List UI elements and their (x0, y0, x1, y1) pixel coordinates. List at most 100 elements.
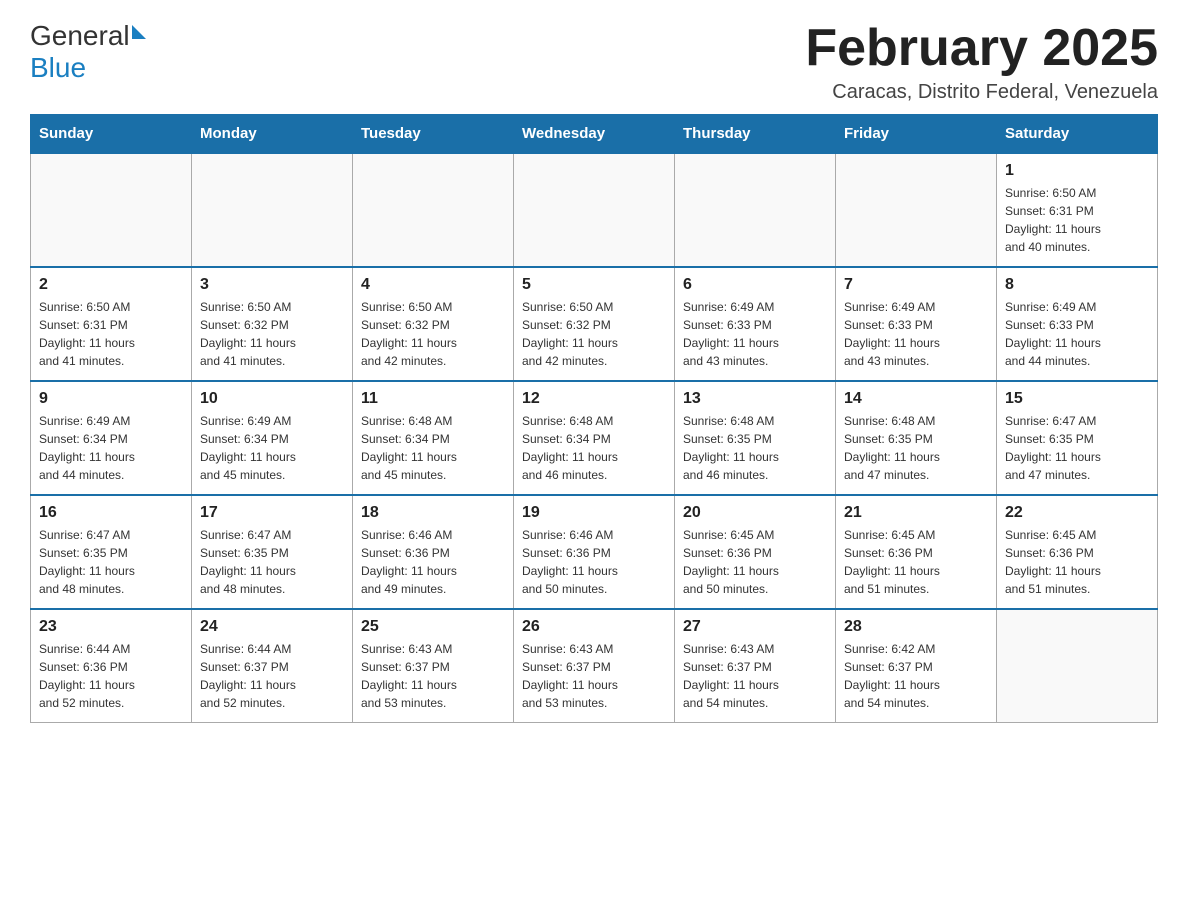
calendar-cell: 18 Sunrise: 6:46 AM Sunset: 6:36 PM Dayli… (353, 495, 514, 609)
day-info: Sunrise: 6:45 AM Sunset: 6:36 PM Dayligh… (844, 526, 988, 598)
calendar-cell: 17 Sunrise: 6:47 AM Sunset: 6:35 PM Dayli… (192, 495, 353, 609)
calendar-cell: 2 Sunrise: 6:50 AM Sunset: 6:31 PM Daylig… (31, 267, 192, 381)
day-info: Sunrise: 6:50 AM Sunset: 6:32 PM Dayligh… (200, 298, 344, 370)
calendar-cell: 8 Sunrise: 6:49 AM Sunset: 6:33 PM Daylig… (997, 267, 1158, 381)
calendar-cell: 16Sunrise: 6:47 AM Sunset: 6:35 PM Dayli… (31, 495, 192, 609)
day-number: 12 (522, 390, 666, 408)
calendar-cell: 25Sunrise: 6:43 AM Sunset: 6:37 PM Dayli… (353, 609, 514, 723)
calendar-cell (31, 153, 192, 267)
day-info: Sunrise: 6:42 AM Sunset: 6:37 PM Dayligh… (844, 640, 988, 712)
calendar-cell: 26 Sunrise: 6:43 AM Sunset: 6:37 PM Dayli… (514, 609, 675, 723)
calendar-cell: 11 Sunrise: 6:48 AM Sunset: 6:34 PM Dayli… (353, 381, 514, 495)
calendar-cell (836, 153, 997, 267)
logo-blue-text: Blue (30, 52, 86, 84)
day-number: 22 (1005, 504, 1149, 522)
day-info: Sunrise: 6:48 AM Sunset: 6:34 PM Dayligh… (361, 412, 505, 484)
day-number: 2 (39, 276, 183, 294)
day-info: Sunrise: 6:49 AM Sunset: 6:33 PM Dayligh… (683, 298, 827, 370)
calendar-cell (192, 153, 353, 267)
day-info: Sunrise: 6:45 AM Sunset: 6:36 PM Dayligh… (1005, 526, 1149, 598)
calendar-cell: 13 Sunrise: 6:48 AM Sunset: 6:35 PM Dayli… (675, 381, 836, 495)
day-number: 17 (200, 504, 344, 522)
logo-arrow-icon (132, 25, 146, 39)
day-number: 24 (200, 618, 344, 636)
calendar-cell: 20 Sunrise: 6:45 AM Sunset: 6:36 PM Dayli… (675, 495, 836, 609)
calendar-cell: 10 Sunrise: 6:49 AM Sunset: 6:34 PM Dayli… (192, 381, 353, 495)
calendar-week-row: 16 Sunrise: 6:47 AM Sunset: 6:35 PM Dayli… (31, 495, 1158, 609)
calendar-cell: 12Sunrise: 6:48 AM Sunset: 6:34 PM Dayli… (514, 381, 675, 495)
day-number: 26 (522, 618, 666, 636)
day-info: Sunrise: 6:44 AM Sunset: 6:37 PM Dayligh… (200, 640, 344, 712)
day-number: 20 (683, 504, 827, 522)
day-info: Sunrise: 6:48 AM Sunset: 6:35 PM Dayligh… (844, 412, 988, 484)
calendar-cell: 3 Sunrise: 6:50 AM Sunset: 6:32 PM Daylig… (192, 267, 353, 381)
calendar-week-row: 9Sunrise: 6:49 AM Sunset: 6:34 PM Daylig… (31, 381, 1158, 495)
day-number: 14 (844, 390, 988, 408)
day-number: 21 (844, 504, 988, 522)
calendar-cell: 19 Sunrise: 6:46 AM Sunset: 6:36 PM Dayli… (514, 495, 675, 609)
title-block: February 2025 Caracas, Distrito Federal,… (805, 20, 1158, 104)
day-info: Sunrise: 6:48 AM Sunset: 6:35 PM Dayligh… (683, 412, 827, 484)
logo-general-text: General (30, 20, 130, 52)
logo: General Blue (30, 20, 146, 84)
calendar-cell: 27 Sunrise: 6:43 AM Sunset: 6:37 PM Dayli… (675, 609, 836, 723)
day-number: 5 (522, 276, 666, 294)
calendar-cell: 4 Sunrise: 6:50 AM Sunset: 6:32 PM Daylig… (353, 267, 514, 381)
day-of-week-header: Sunday (31, 115, 192, 154)
calendar-cell: 1 Sunrise: 6:50 AM Sunset: 6:31 PM Daylig… (997, 153, 1158, 267)
day-number: 23 (39, 618, 183, 636)
calendar-week-row: 1 Sunrise: 6:50 AM Sunset: 6:31 PM Daylig… (31, 153, 1158, 267)
calendar-cell: 28 Sunrise: 6:42 AM Sunset: 6:37 PM Dayli… (836, 609, 997, 723)
calendar-cell: 22 Sunrise: 6:45 AM Sunset: 6:36 PM Dayli… (997, 495, 1158, 609)
day-number: 19 (522, 504, 666, 522)
page-header: General Blue February 2025 Caracas, Dist… (30, 20, 1158, 104)
day-info: Sunrise: 6:43 AM Sunset: 6:37 PM Dayligh… (361, 640, 505, 712)
day-info: Sunrise: 6:46 AM Sunset: 6:36 PM Dayligh… (361, 526, 505, 598)
calendar-cell: 5 Sunrise: 6:50 AM Sunset: 6:32 PM Daylig… (514, 267, 675, 381)
calendar-week-row: 2 Sunrise: 6:50 AM Sunset: 6:31 PM Daylig… (31, 267, 1158, 381)
day-info: Sunrise: 6:46 AM Sunset: 6:36 PM Dayligh… (522, 526, 666, 598)
calendar-header-row: SundayMondayTuesdayWednesdayThursdayFrid… (31, 115, 1158, 154)
calendar-cell (514, 153, 675, 267)
calendar-cell: 23 Sunrise: 6:44 AM Sunset: 6:36 PM Dayli… (31, 609, 192, 723)
day-number: 16 (39, 504, 183, 522)
day-info: Sunrise: 6:45 AM Sunset: 6:36 PM Dayligh… (683, 526, 827, 598)
calendar-cell: 21 Sunrise: 6:45 AM Sunset: 6:36 PM Dayli… (836, 495, 997, 609)
day-info: Sunrise: 6:49 AM Sunset: 6:34 PM Dayligh… (200, 412, 344, 484)
day-number: 13 (683, 390, 827, 408)
calendar-cell (353, 153, 514, 267)
day-info: Sunrise: 6:47 AM Sunset: 6:35 PM Dayligh… (200, 526, 344, 598)
day-info: Sunrise: 6:49 AM Sunset: 6:33 PM Dayligh… (1005, 298, 1149, 370)
calendar-cell (675, 153, 836, 267)
day-info: Sunrise: 6:50 AM Sunset: 6:32 PM Dayligh… (361, 298, 505, 370)
day-of-week-header: Saturday (997, 115, 1158, 154)
day-of-week-header: Tuesday (353, 115, 514, 154)
day-info: Sunrise: 6:43 AM Sunset: 6:37 PM Dayligh… (522, 640, 666, 712)
calendar-cell: 7Sunrise: 6:49 AM Sunset: 6:33 PM Daylig… (836, 267, 997, 381)
day-info: Sunrise: 6:47 AM Sunset: 6:35 PM Dayligh… (1005, 412, 1149, 484)
day-info: Sunrise: 6:44 AM Sunset: 6:36 PM Dayligh… (39, 640, 183, 712)
day-number: 6 (683, 276, 827, 294)
day-info: Sunrise: 6:50 AM Sunset: 6:31 PM Dayligh… (39, 298, 183, 370)
day-number: 8 (1005, 276, 1149, 294)
calendar-cell: 14 Sunrise: 6:48 AM Sunset: 6:35 PM Dayli… (836, 381, 997, 495)
day-number: 28 (844, 618, 988, 636)
day-number: 11 (361, 390, 505, 408)
day-number: 15 (1005, 390, 1149, 408)
calendar-cell: 6 Sunrise: 6:49 AM Sunset: 6:33 PM Daylig… (675, 267, 836, 381)
day-number: 7 (844, 276, 988, 294)
day-of-week-header: Friday (836, 115, 997, 154)
day-number: 3 (200, 276, 344, 294)
day-of-week-header: Monday (192, 115, 353, 154)
day-number: 27 (683, 618, 827, 636)
calendar-cell: 15 Sunrise: 6:47 AM Sunset: 6:35 PM Dayli… (997, 381, 1158, 495)
day-info: Sunrise: 6:43 AM Sunset: 6:37 PM Dayligh… (683, 640, 827, 712)
day-number: 1 (1005, 162, 1149, 180)
day-number: 18 (361, 504, 505, 522)
day-info: Sunrise: 6:50 AM Sunset: 6:31 PM Dayligh… (1005, 184, 1149, 256)
calendar-cell: 24 Sunrise: 6:44 AM Sunset: 6:37 PM Dayli… (192, 609, 353, 723)
day-info: Sunrise: 6:50 AM Sunset: 6:32 PM Dayligh… (522, 298, 666, 370)
day-number: 10 (200, 390, 344, 408)
day-number: 4 (361, 276, 505, 294)
day-of-week-header: Wednesday (514, 115, 675, 154)
